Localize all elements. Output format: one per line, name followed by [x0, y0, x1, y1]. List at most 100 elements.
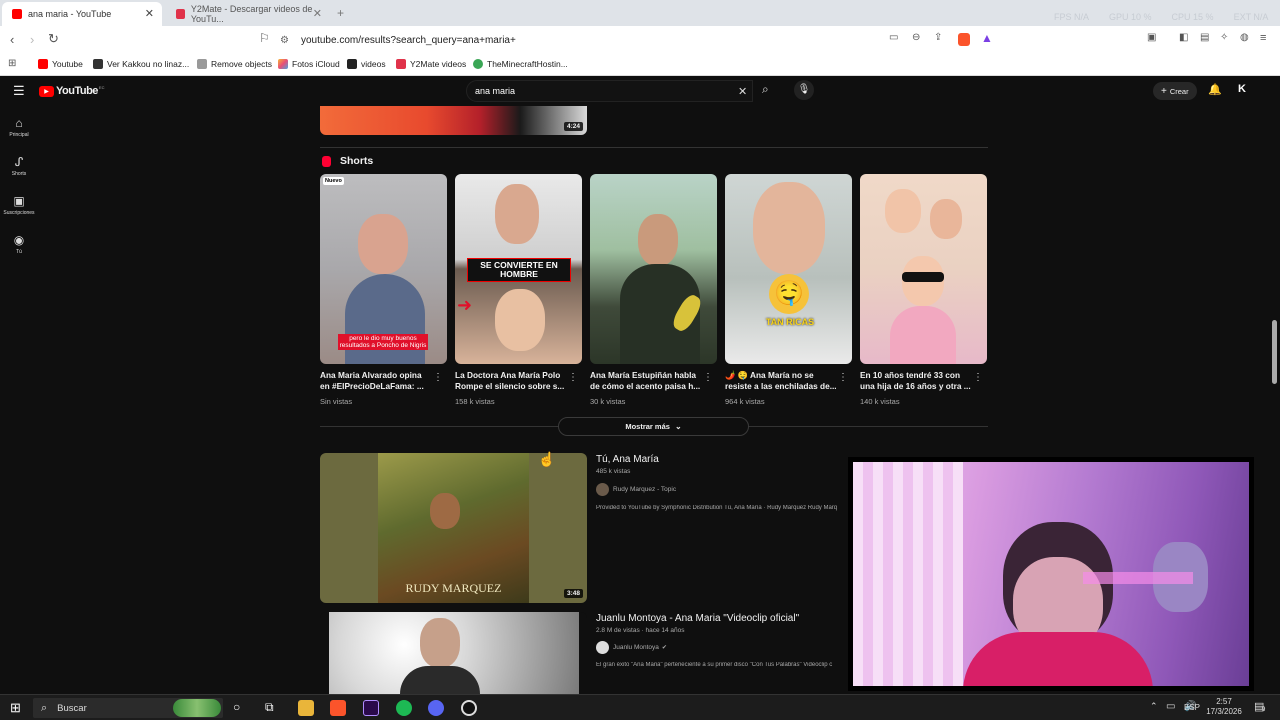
language-indicator[interactable]: ESP [1184, 703, 1200, 712]
youtube-logo[interactable]: ▶ YouTube EC [39, 85, 104, 97]
channel-row[interactable]: Rudy Marquez - Topic [596, 483, 676, 496]
page-scrollbar-thumb[interactable] [1272, 320, 1277, 384]
sidebar-item-subscriptions[interactable]: ▣ Suscripciones [0, 194, 38, 216]
show-more-button[interactable]: Mostrar más ⌄ [558, 417, 749, 436]
network-icon[interactable]: ▭ [1166, 701, 1175, 712]
search-icon: ⌕ [41, 701, 48, 714]
ai-assistant-icon[interactable]: ✧ [1220, 32, 1228, 43]
short-thumbnail[interactable] [590, 174, 717, 364]
more-options-icon[interactable]: ⋮ [973, 372, 983, 383]
forward-icon[interactable]: › [30, 32, 34, 47]
brave-shield-icon[interactable] [958, 33, 970, 46]
taskbar-search[interactable]: ⌕ Buscar [33, 698, 223, 718]
site-info-icon[interactable]: ⚙ [280, 35, 289, 46]
channel-row[interactable]: Juanlu Montoya ✔ [596, 641, 667, 654]
bookmark-videos[interactable]: videos [347, 59, 386, 69]
share-icon[interactable]: ⇪ [934, 32, 942, 43]
video-thumbnail[interactable]: RUDY MARQUEZ 3:48 [320, 453, 587, 603]
short-card[interactable]: Ana María Estupiñán habla de cómo el ace… [590, 174, 717, 406]
short-thumbnail[interactable]: Nuevo pero le dio muy buenos resultados … [320, 174, 447, 364]
spotify-icon[interactable] [396, 700, 412, 716]
windows-taskbar: ⊞ ⌕ Buscar ○ ⧉ ⌃ ▭ 🔊 ESP 2:57 17/3/2026 … [0, 694, 1280, 720]
reload-icon[interactable]: ↻ [48, 31, 59, 47]
sidebar-item-shorts[interactable]: ᔑ Shorts [0, 155, 38, 177]
browser-toolbar: ‹ › ↻ ⚐ ⚙ youtube.com/results?search_que… [0, 26, 1280, 54]
create-button[interactable]: + Crear [1153, 82, 1197, 100]
apps-grid-icon[interactable]: ⊞ [8, 58, 16, 69]
short-card[interactable]: En 10 años tendré 33 con una hija de 16 … [860, 174, 987, 406]
search-box[interactable]: ana maria ✕ [466, 80, 753, 102]
voice-search-icon[interactable]: 🎙 [794, 80, 814, 100]
search-input[interactable]: ana maria [475, 86, 515, 96]
webcam-overlay [848, 457, 1254, 691]
video-thumbnail[interactable] [320, 612, 587, 694]
ext-stat: EXT N/A [1233, 12, 1269, 22]
task-view-icon[interactable]: ⧉ [265, 700, 274, 715]
brave-rewards-icon[interactable]: ▲ [981, 31, 993, 45]
video-title[interactable]: Tú, Ana María [596, 454, 659, 465]
guide-menu-icon[interactable]: ☰ [13, 83, 25, 99]
brave-browser-icon[interactable] [330, 700, 346, 716]
wallet-icon[interactable]: ▤ [1200, 32, 1209, 43]
bookmark-minecraft-hosting[interactable]: TheMinecraftHostin... [473, 59, 568, 69]
reading-list-icon[interactable]: ▣ [1147, 32, 1156, 43]
premiere-pro-icon[interactable] [363, 700, 379, 716]
short-card[interactable]: Nuevo pero le dio muy buenos resultados … [320, 174, 447, 406]
menu-icon[interactable]: ≡ [1260, 32, 1266, 44]
new-tab-button[interactable]: + [337, 6, 344, 20]
site-icon [93, 59, 103, 69]
short-title[interactable]: En 10 años tendré 33 con una hija de 16 … [860, 370, 972, 392]
channel-avatar [596, 483, 609, 496]
chevron-up-icon[interactable]: ⌃ [1150, 701, 1158, 712]
short-thumbnail[interactable]: 🤤 TAN RICAS [725, 174, 852, 364]
close-tab-icon[interactable]: ✕ [145, 7, 154, 20]
short-title[interactable]: 🌶️ 🤤 Ana María no se resiste a las enchi… [725, 370, 837, 392]
close-tab-icon[interactable]: ✕ [313, 7, 322, 20]
clear-search-icon[interactable]: ✕ [738, 85, 747, 98]
tab-y2mate[interactable]: Y2Mate - Descargar videos de YouTu... ✕ [166, 2, 330, 26]
discord-icon[interactable] [428, 700, 444, 716]
notifications-bell-icon[interactable]: 🔔 [1208, 83, 1222, 96]
windows-start-icon[interactable]: ⊞ [10, 700, 21, 716]
sidebar-item-you[interactable]: ◉ Tú [0, 233, 38, 255]
more-options-icon[interactable]: ⋮ [838, 372, 848, 383]
top-video-thumbnail[interactable]: 4:24 [320, 106, 587, 135]
person-face [495, 289, 545, 351]
short-title[interactable]: Ana María Estupiñán habla de cómo el ace… [590, 370, 702, 392]
cast-icon[interactable]: ▭ [889, 32, 898, 43]
short-title[interactable]: Ana Maria Alvarado opina en #ElPrecioDeL… [320, 370, 432, 392]
clock[interactable]: 2:57 17/3/2026 [1204, 697, 1244, 717]
vpn-icon[interactable]: ◍ [1240, 32, 1249, 43]
url-text[interactable]: youtube.com/results?search_query=ana+mar… [301, 35, 516, 46]
short-thumbnail[interactable]: SE CONVIERTE EN HOMBRE ➜ [455, 174, 582, 364]
person-face [358, 214, 408, 274]
bookmark-icon[interactable]: ⚐ [259, 31, 270, 45]
short-card[interactable]: 🤤 TAN RICAS 🌶️ 🤤 Ana María no se resiste… [725, 174, 852, 406]
sidebar-item-home[interactable]: ⌂ Principal [0, 116, 38, 138]
tab-youtube[interactable]: ana maria - YouTube ✕ [2, 2, 162, 26]
cortana-icon[interactable]: ○ [233, 700, 240, 714]
home-icon: ⌂ [15, 116, 23, 130]
bookmark-remove-objects[interactable]: Remove objects [197, 59, 272, 69]
file-explorer-icon[interactable] [298, 700, 314, 716]
bookmark-icloud[interactable]: Fotos iCloud [278, 59, 340, 69]
search-icon[interactable]: ⌕ [762, 82, 769, 97]
browser-tab-strip: ana maria - YouTube ✕ Y2Mate - Descargar… [0, 0, 1280, 26]
short-card[interactable]: SE CONVIERTE EN HOMBRE ➜ La Doctora Ana … [455, 174, 582, 406]
short-views: 964 k vistas [725, 397, 765, 406]
more-options-icon[interactable]: ⋮ [433, 372, 443, 383]
sidebar-toggle-icon[interactable]: ◧ [1179, 32, 1188, 43]
more-options-icon[interactable]: ⋮ [568, 372, 578, 383]
bookmark-y2mate[interactable]: Y2Mate videos [396, 59, 466, 69]
back-icon[interactable]: ‹ [10, 32, 14, 47]
short-thumbnail[interactable] [860, 174, 987, 364]
youtube-play-icon: ▶ [39, 85, 54, 97]
video-title[interactable]: Juanlu Montoya - Ana Maria "Videoclip of… [596, 613, 799, 624]
bookmark-youtube[interactable]: Youtube [38, 59, 83, 69]
short-title[interactable]: La Doctora Ana María Polo Rompe el silen… [455, 370, 567, 392]
obs-studio-icon[interactable] [461, 700, 477, 716]
account-avatar[interactable]: K [1238, 83, 1246, 95]
more-options-icon[interactable]: ⋮ [703, 372, 713, 383]
bookmark-kakkou[interactable]: Ver Kakkou no linaz... [93, 59, 189, 69]
zoom-icon[interactable]: ⊖ [912, 32, 920, 43]
